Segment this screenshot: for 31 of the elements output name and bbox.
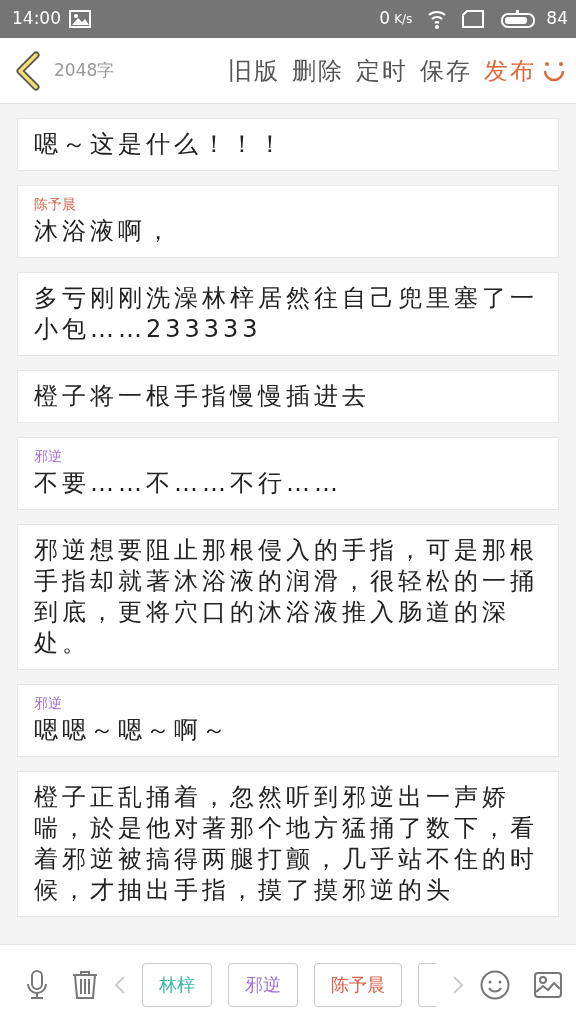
paragraph-text: 沐浴液啊， [34, 216, 175, 247]
speaker-name: 邪逆 [34, 695, 63, 711]
network-speed: 0 [379, 7, 391, 31]
character-tag[interactable]: 陈予晨 [314, 962, 402, 1007]
microphone-icon[interactable] [26, 969, 48, 1000]
wifi-icon [428, 8, 447, 30]
paragraph-text: 邪逆想要阻止那根侵入的手指，可是那根手指却就著沐浴液的润滑，很轻松的一捅到底，更将穴口的沐浴液推入肠道的深处。 [34, 535, 539, 659]
speaker-name: 邪逆 [34, 448, 63, 464]
word-count: 2048字 [54, 58, 115, 82]
image-icon[interactable] [534, 971, 562, 998]
paragraph-text: 不要……不……不行…… [34, 468, 343, 499]
toolbar-button[interactable]: 删除 [286, 52, 350, 89]
paragraph-text: 多亏刚刚洗澡林梓居然往自己兜里塞了一小包……233333 [34, 283, 539, 345]
paragraph-text: 橙子正乱捅着，忽然听到邪逆出一声娇喘，於是他对著那个地方猛捅了数下，看着邪逆被搞得两腿打颤，几乎站不住的时候，才抽出手指，摸了摸邪逆的头 [34, 782, 539, 906]
battery-level: 84 [546, 7, 568, 31]
paragraph-text: 嗯～这是什么！！！ [34, 129, 287, 160]
toolbar-button[interactable]: 旧版 [222, 52, 286, 89]
emoji-icon[interactable] [480, 969, 510, 1000]
clock-time: 14:00 [12, 7, 61, 31]
character-tag[interactable]: 邪逆 [228, 962, 298, 1007]
image-icon [69, 10, 91, 28]
smiley-icon[interactable] [542, 59, 566, 82]
trash-icon[interactable] [72, 969, 98, 1000]
toolbar-button[interactable]: 定时 [350, 52, 414, 89]
speaker-name: 陈予晨 [34, 196, 77, 212]
sim-card-icon [462, 10, 485, 28]
back-icon[interactable] [14, 50, 42, 91]
toolbar-button[interactable]: 保存 [414, 52, 478, 89]
speed-unit: K/s [394, 11, 413, 28]
paragraph-text: 嗯嗯～嗯～啊～ [34, 715, 231, 746]
paragraph-text: 橙子将一根手指慢慢插进去 [34, 381, 371, 412]
